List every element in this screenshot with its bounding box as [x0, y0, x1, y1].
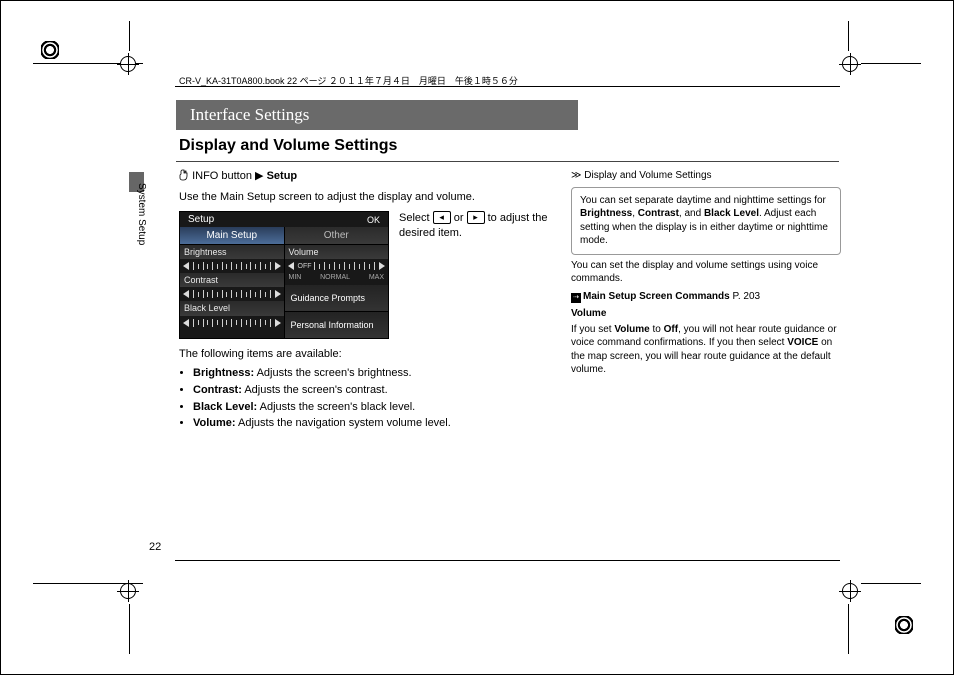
breadcrumb: INFO button ▶ Setup — [179, 169, 557, 186]
breadcrumb-info: INFO button — [192, 170, 252, 182]
screenshot-caption: Select ◂ or ▸ to adjust the desired item… — [389, 211, 557, 339]
main-setup-screenshot: Setup OK Main Setup Other Brightness — [179, 211, 389, 339]
crop-line — [129, 604, 130, 654]
play-icon: ▶ — [255, 169, 263, 184]
shot-volume-slider: OFF — [285, 259, 389, 273]
shot-header-main: Main Setup — [180, 227, 285, 245]
header-rule — [175, 86, 840, 87]
shot-row-label: Contrast — [180, 273, 284, 287]
left-arrow-icon — [183, 290, 191, 298]
left-arrow-icon — [288, 262, 296, 270]
shot-slider — [180, 287, 284, 301]
sidebar-volume-head: Volume — [571, 307, 841, 321]
crop-line — [861, 63, 921, 64]
shot-ok: OK — [359, 212, 388, 227]
crop-line — [848, 21, 849, 51]
shot-row-label: Brightness — [180, 245, 284, 259]
sidebar-heading-icon: ≫ — [571, 170, 581, 181]
sidebar-para: You can set the display and volume setti… — [571, 259, 841, 286]
chapter-title: Interface Settings — [190, 105, 309, 124]
shot-personal: Personal Information — [285, 312, 389, 338]
crop-line — [848, 604, 849, 654]
left-arrow-icon — [183, 262, 191, 270]
page: CR-V_KA-31T0A800.book 22 ページ ２０１１年７月４日 月… — [0, 0, 954, 675]
sidebar-reference: ⇢Main Setup Screen Commands P. 203 — [571, 290, 841, 304]
right-key-icon: ▸ — [467, 211, 485, 224]
registration-target-icon — [117, 53, 139, 75]
breadcrumb-setup: Setup — [267, 170, 298, 182]
right-arrow-icon — [377, 262, 385, 270]
left-key-icon: ◂ — [433, 211, 451, 224]
registration-target-icon — [839, 53, 861, 75]
registration-mark-icon — [41, 41, 59, 59]
crop-line — [129, 21, 130, 51]
registration-target-icon — [117, 580, 139, 602]
sidebar-box: You can set separate daytime and nightti… — [571, 187, 841, 255]
shot-volume-legend: MINNORMALMAX — [285, 273, 389, 284]
chapter-banner: Interface Settings — [176, 100, 578, 130]
sidebar-column: ≫ Display and Volume Settings You can se… — [571, 169, 841, 381]
list-item: Black Level: Adjusts the screen's black … — [193, 400, 557, 415]
item-list: Brightness: Adjusts the screen's brightn… — [179, 366, 557, 431]
body-column: INFO button ▶ Setup Use the Main Setup s… — [179, 169, 557, 433]
registration-target-icon — [839, 580, 861, 602]
right-arrow-icon — [273, 262, 281, 270]
shot-slider — [180, 259, 284, 273]
list-item: Volume: Adjusts the navigation system vo… — [193, 416, 557, 431]
shot-slider — [180, 316, 284, 330]
right-arrow-icon — [273, 290, 281, 298]
page-number: 22 — [149, 541, 161, 553]
shot-guidance: Guidance Prompts — [285, 285, 389, 312]
right-arrow-icon — [273, 319, 281, 327]
shot-volume-label: Volume — [285, 245, 389, 259]
voice-command-icon: ⇢ — [571, 293, 581, 303]
footer-rule — [175, 560, 840, 561]
intro-text: Use the Main Setup screen to adjust the … — [179, 190, 557, 205]
section-title: Display and Volume Settings — [179, 137, 397, 155]
sidebar-volume-body: If you set Volume to Off, you will not h… — [571, 323, 841, 377]
left-arrow-icon — [183, 319, 191, 327]
sidebar-heading: ≫ Display and Volume Settings — [571, 169, 841, 183]
shot-tab-setup: Setup — [180, 212, 222, 227]
section-rule — [176, 161, 839, 162]
list-item: Contrast: Adjusts the screen's contrast. — [193, 383, 557, 398]
following-intro: The following items are available: — [179, 347, 557, 362]
shot-header-other: Other — [285, 227, 389, 245]
crop-line — [861, 583, 921, 584]
hand-icon — [179, 169, 189, 186]
off-label: OFF — [298, 262, 312, 271]
side-label: System Setup — [136, 183, 147, 245]
shot-row-label: Black Level — [180, 301, 284, 315]
registration-mark-icon — [895, 616, 913, 634]
list-item: Brightness: Adjusts the screen's brightn… — [193, 366, 557, 381]
screenshot-row: Setup OK Main Setup Other Brightness — [179, 211, 557, 339]
